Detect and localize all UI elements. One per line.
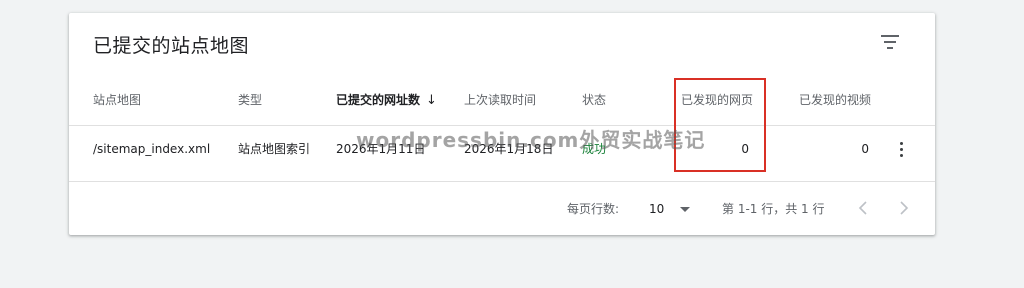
watermark-text: wordpressbin.com外贸实战笔记 [356, 128, 706, 152]
rows-per-page-label: 每页行数: [567, 202, 620, 216]
rows-per-page-value: 10 [649, 202, 665, 216]
more-vert-icon[interactable] [891, 137, 911, 161]
row-divider [69, 181, 935, 182]
cell-type: 站点地图索引 [238, 142, 311, 156]
chevron-right-icon[interactable] [892, 196, 916, 220]
cell-discovered-videos: 0 [861, 142, 869, 156]
column-header-sitemap[interactable]: 站点地图 [93, 93, 141, 107]
pagination-range: 第 1-1 行，共 1 行 [722, 202, 825, 216]
caret-down-icon [680, 206, 691, 212]
column-header-last-read[interactable]: 上次读取时间 [464, 93, 536, 107]
column-header-submitted-urls[interactable]: 已提交的网址数 ↓ [336, 93, 437, 108]
chevron-left-icon[interactable] [851, 196, 875, 220]
card-title: 已提交的站点地图 [93, 35, 250, 57]
arrow-down-icon: ↓ [426, 93, 437, 108]
column-header-status[interactable]: 状态 [582, 93, 606, 107]
cell-sitemap: /sitemap_index.xml [93, 142, 211, 156]
rows-per-page-select[interactable]: 10 [649, 199, 695, 219]
filter-icon[interactable] [872, 29, 908, 55]
column-header-type[interactable]: 类型 [238, 93, 262, 107]
column-header-discovered-videos[interactable]: 已发现的视频 [799, 93, 871, 107]
column-header-label: 已提交的网址数 [336, 93, 421, 107]
